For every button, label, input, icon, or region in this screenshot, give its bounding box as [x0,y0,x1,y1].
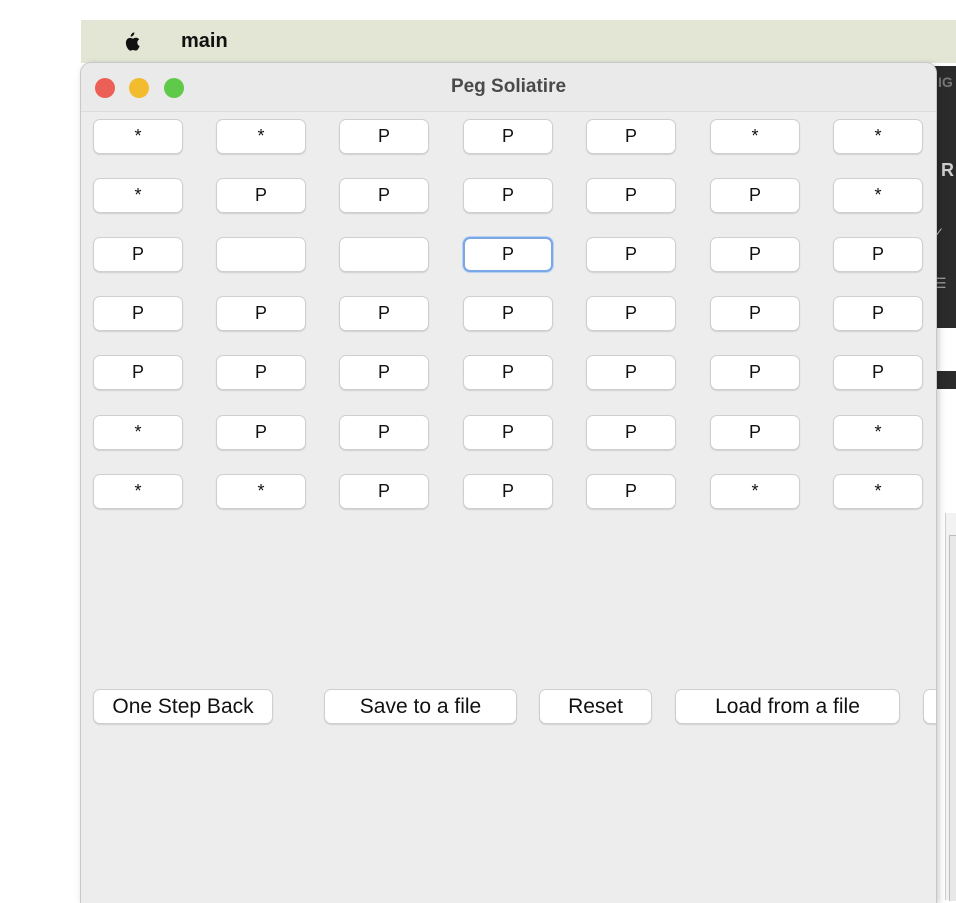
board-cell[interactable]: P [586,119,676,154]
board-cell[interactable]: P [463,237,553,272]
board-cell[interactable]: * [93,178,183,213]
board-cell[interactable]: P [463,119,553,154]
board-cell[interactable]: * [216,119,306,154]
board-cell[interactable]: P [339,355,429,390]
board-cell[interactable]: P [93,296,183,331]
board-cell[interactable]: P [339,474,429,509]
board-cell[interactable]: P [833,237,923,272]
background-app-window [949,535,956,901]
save-to-file-button[interactable]: Save to a file [324,689,517,724]
board-cell[interactable]: P [586,178,676,213]
board-cell[interactable] [339,237,429,272]
board-cell[interactable]: P [586,237,676,272]
background-app-text: IG [938,74,953,90]
board-cell[interactable]: P [710,415,800,450]
board-cell[interactable]: P [586,296,676,331]
board-cell[interactable]: P [833,355,923,390]
board-cell[interactable]: * [833,178,923,213]
board-cell[interactable]: P [339,415,429,450]
board-cell[interactable]: P [216,178,306,213]
board-cell[interactable]: P [710,296,800,331]
reset-button[interactable]: Reset [539,689,652,724]
board-cell[interactable]: * [216,474,306,509]
board-cell[interactable]: P [586,474,676,509]
peg-solitaire-window: Peg Soliatire * * P P P * * * P P P P P * P P P P P P P P P P P P… [81,63,936,903]
background-app-text: R [941,160,954,180]
board-cell[interactable]: P [216,415,306,450]
board-cell[interactable]: P [833,296,923,331]
board-cell[interactable]: P [339,296,429,331]
overflow-button[interactable] [923,689,936,724]
menu-bar: main [81,20,956,63]
board-cell[interactable]: P [586,355,676,390]
board-cell[interactable]: P [463,355,553,390]
board-cell[interactable]: P [463,296,553,331]
one-step-back-button[interactable]: One Step Back [93,689,273,724]
board-cell[interactable]: * [833,474,923,509]
board-cell[interactable]: P [339,178,429,213]
board-cell[interactable]: P [216,355,306,390]
board-cell[interactable]: * [833,119,923,154]
board-cell[interactable]: P [93,355,183,390]
board-cell[interactable]: * [93,415,183,450]
board-cell[interactable]: P [463,178,553,213]
board-cell[interactable]: P [216,296,306,331]
board-cell[interactable]: * [833,415,923,450]
window-title: Peg Soliatire [450,76,567,97]
app-menu-name[interactable]: main [181,30,228,53]
apple-logo-icon[interactable] [121,31,141,53]
board-cell[interactable]: P [93,237,183,272]
board-cell[interactable]: P [463,474,553,509]
board-cell[interactable]: P [710,355,800,390]
title-bar[interactable]: Peg Soliatire [81,63,936,112]
board-cell[interactable]: P [710,178,800,213]
board-cell[interactable]: * [93,474,183,509]
board-cell[interactable] [216,237,306,272]
board-cell[interactable]: * [710,119,800,154]
board-cell[interactable]: * [710,474,800,509]
load-from-file-button[interactable]: Load from a file [675,689,900,724]
board-cell[interactable]: * [93,119,183,154]
board-cell[interactable]: P [463,415,553,450]
board-cell[interactable]: P [710,237,800,272]
board-cell[interactable]: P [586,415,676,450]
board-cell[interactable]: P [339,119,429,154]
